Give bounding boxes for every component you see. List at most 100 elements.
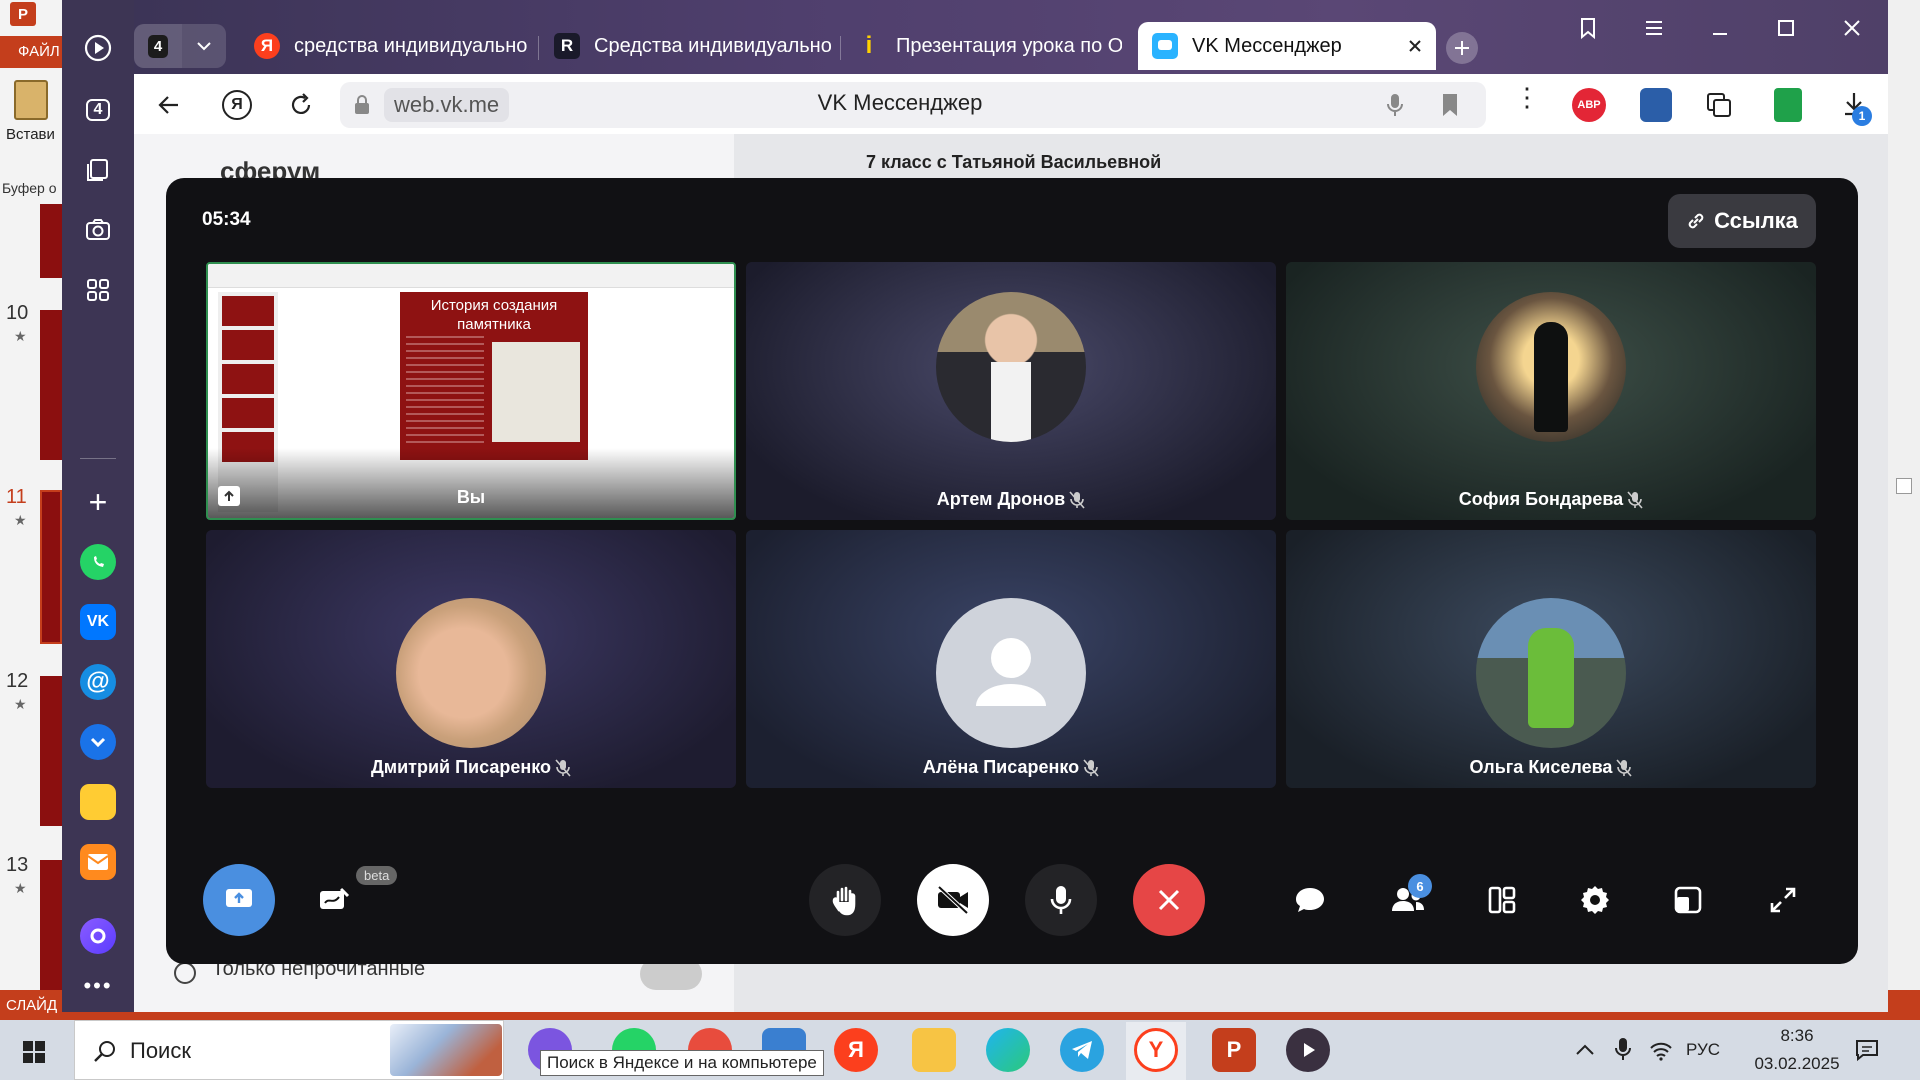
taskbar-powerpoint-icon[interactable]: P — [1212, 1028, 1256, 1072]
menu-icon[interactable] — [1642, 16, 1666, 40]
url-text[interactable]: web.vk.me — [384, 88, 510, 122]
slide-thumbnail[interactable] — [40, 860, 62, 990]
apps-grid-icon[interactable] — [76, 268, 120, 312]
mini-window-button[interactable] — [1652, 864, 1724, 936]
clock-date[interactable]: 03.02.2025 — [1742, 1054, 1852, 1074]
whatsapp-icon[interactable] — [80, 544, 116, 580]
close-tab-icon[interactable] — [1408, 39, 1422, 53]
mic-muted-icon — [1627, 490, 1643, 509]
ppt-file-tab[interactable]: ФАЙЛ — [0, 36, 62, 68]
scrollbar-thumb[interactable] — [1896, 478, 1912, 494]
fullscreen-button[interactable] — [1747, 864, 1819, 936]
notifications-icon[interactable] — [1854, 1038, 1880, 1062]
slide-number: 13 — [6, 854, 29, 876]
tabs-count-icon[interactable]: 4 — [76, 88, 120, 132]
taskbar-yandex-icon[interactable]: Я — [834, 1028, 878, 1072]
chevron-down-icon[interactable] — [182, 24, 226, 68]
adblock-icon[interactable]: ABP — [1572, 88, 1606, 122]
bookmark-panel-icon[interactable] — [1576, 16, 1600, 40]
tile-name: Вы — [456, 487, 486, 507]
scrollbar[interactable] — [1888, 0, 1920, 990]
tab-yandex[interactable]: Я средства индивидуально — [254, 22, 530, 70]
paste-icon[interactable] — [14, 80, 48, 120]
raise-hand-button[interactable] — [809, 864, 881, 936]
minimize-icon[interactable] — [1708, 16, 1732, 40]
screenshot-icon[interactable] — [76, 208, 120, 252]
participants-button[interactable] — [1372, 864, 1444, 936]
alice-icon[interactable] — [80, 918, 116, 954]
participant-tile[interactable]: Алёна Писаренко — [746, 530, 1276, 788]
search-placeholder: Поиск — [130, 1038, 191, 1063]
chat-button[interactable] — [1274, 864, 1346, 936]
slide-number: 12 — [6, 670, 29, 692]
mic-muted-icon — [1069, 490, 1085, 509]
chevron-up-icon[interactable] — [1574, 1040, 1596, 1060]
mail-at-icon[interactable]: @ — [80, 664, 116, 700]
clock-time[interactable]: 8:36 — [1742, 1026, 1852, 1046]
collections-icon[interactable] — [76, 148, 120, 192]
tab-r[interactable]: R Средства индивидуально — [554, 22, 840, 70]
windows-start-icon[interactable] — [22, 1040, 46, 1064]
screen-share-button[interactable] — [203, 864, 275, 936]
ppt-clipboard-label: Буфер о — [2, 180, 57, 196]
hand-icon — [832, 886, 856, 916]
slide-thumbnail[interactable] — [40, 310, 62, 460]
screen-share-tile[interactable]: История создания памятника Вы — [206, 262, 736, 520]
new-tab-button[interactable] — [1446, 32, 1478, 64]
star-icon: ★ — [14, 880, 27, 896]
taskbar-yandex-browser-icon[interactable]: Y — [1134, 1028, 1178, 1072]
powerpoint-logo[interactable]: P — [10, 2, 36, 26]
slide-thumbnail[interactable] — [40, 490, 62, 644]
language-indicator[interactable]: РУС — [1686, 1040, 1720, 1060]
sheets-extension-icon[interactable] — [1774, 88, 1802, 122]
participant-avatar — [936, 292, 1086, 442]
extension-icon[interactable] — [1640, 88, 1672, 122]
microphone-tray-icon[interactable] — [1614, 1036, 1632, 1062]
tab-group-button[interactable]: 4 — [134, 24, 182, 68]
layout-button[interactable] — [1466, 864, 1538, 936]
microphone-button[interactable] — [1025, 864, 1097, 936]
more-dots-icon[interactable]: ••• — [76, 964, 120, 1008]
link-button[interactable]: Ссылка — [1668, 194, 1816, 248]
default-avatar-icon — [936, 598, 1086, 748]
participant-tile[interactable]: Дмитрий Писаренко — [206, 530, 736, 788]
end-call-button[interactable] — [1133, 864, 1205, 936]
tab-vk-messenger[interactable]: VK Мессенджер — [1138, 22, 1436, 70]
reload-icon[interactable] — [288, 92, 314, 118]
participant-name: Алёна Писаренко — [922, 757, 1080, 777]
taskbar-telegram-icon[interactable] — [1060, 1028, 1104, 1072]
yandex-icon: Я — [254, 33, 280, 59]
slide-thumbnail[interactable] — [40, 204, 62, 278]
mail-envelope-icon[interactable] — [80, 844, 116, 880]
more-vertical-icon[interactable]: ⋮ — [1514, 84, 1540, 110]
play-circle-icon[interactable] — [76, 26, 120, 70]
camera-off-button[interactable] — [917, 864, 989, 936]
participant-tile[interactable]: Ольга Киселева — [1286, 530, 1816, 788]
taskbar-edge-icon[interactable] — [986, 1028, 1030, 1072]
lock-icon[interactable] — [352, 94, 372, 116]
slide-document-image — [492, 342, 580, 442]
participant-tile[interactable]: Артем Дронов — [746, 262, 1276, 520]
yandex-home-icon[interactable]: Я — [222, 90, 252, 120]
maximize-icon[interactable] — [1774, 16, 1798, 40]
chat-title[interactable]: 7 класс с Татьяной Васильевной — [866, 152, 1161, 173]
chevron-down-circle-icon[interactable] — [80, 724, 116, 760]
participant-name: Артем Дронов — [936, 489, 1066, 509]
taskbar-explorer-icon[interactable] — [912, 1028, 956, 1072]
add-panel-icon[interactable]: + — [76, 480, 120, 524]
slide-thumbnail[interactable] — [40, 676, 62, 826]
tab-presentation[interactable]: i Презентация урока по ОБ — [856, 22, 1122, 70]
link-icon — [1688, 213, 1704, 229]
bookmark-icon[interactable] — [1440, 92, 1460, 118]
settings-button[interactable] — [1559, 864, 1631, 936]
close-window-icon[interactable] — [1840, 16, 1864, 40]
clapper-icon[interactable] — [80, 784, 116, 820]
voice-search-icon[interactable] — [1384, 92, 1406, 118]
participant-tile[interactable]: София Бондарева — [1286, 262, 1816, 520]
translate-icon[interactable] — [1704, 90, 1734, 120]
vk-icon[interactable]: VK — [80, 604, 116, 640]
taskbar-player-icon[interactable] — [1286, 1028, 1330, 1072]
back-icon[interactable] — [156, 92, 182, 118]
picture-in-picture-icon — [1674, 886, 1702, 914]
wifi-icon[interactable] — [1648, 1038, 1674, 1062]
